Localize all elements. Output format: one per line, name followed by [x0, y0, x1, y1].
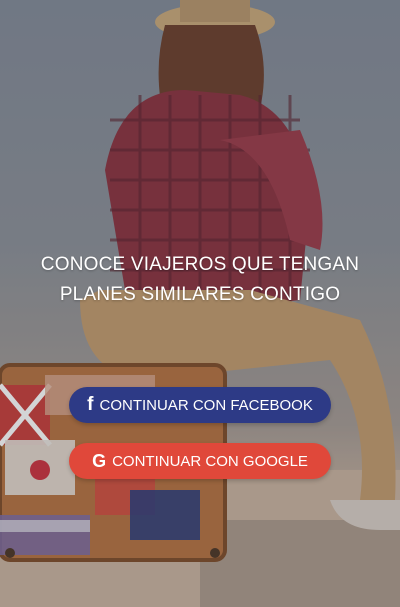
continue-with-google-button[interactable]: G CONTINUAR CON GOOGLE — [69, 443, 331, 479]
continue-with-facebook-button[interactable]: f CONTINUAR CON FACEBOOK — [69, 387, 331, 423]
onboarding-screen: CONOCE VIAJEROS QUE TENGAN PLANES SIMILA… — [0, 0, 400, 607]
google-button-label: CONTINUAR CON GOOGLE — [112, 452, 308, 470]
headline: CONOCE VIAJEROS QUE TENGAN PLANES SIMILA… — [20, 250, 380, 310]
headline-line-1: CONOCE VIAJEROS QUE TENGAN — [40, 254, 360, 275]
headline-line-2: PLANES SIMILARES CONTIGO — [59, 284, 341, 305]
google-icon: G — [92, 451, 107, 471]
facebook-button-label: CONTINUAR CON FACEBOOK — [99, 396, 313, 414]
facebook-icon: f — [87, 393, 94, 415]
